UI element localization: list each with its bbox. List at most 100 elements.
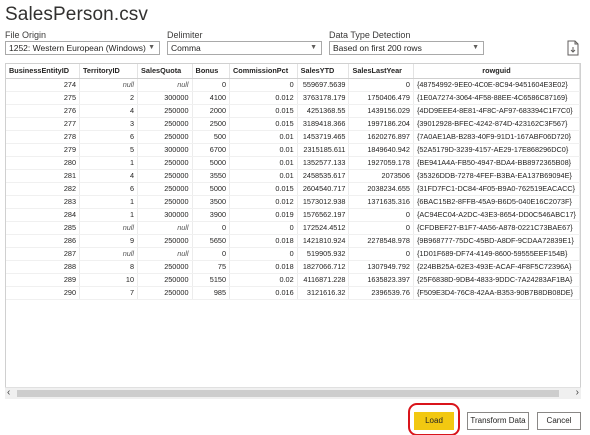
delimiter-dropdown[interactable]: Comma ▼ [167, 41, 322, 55]
table-cell: 4 [79, 169, 139, 183]
table-row: 276 4 250000 2000 0.015 4251368.55 1439156.029… [6, 104, 580, 118]
table-cell: 1997186.204 [348, 117, 414, 131]
chevron-down-icon: ▼ [148, 44, 155, 51]
table-cell: 5 [79, 143, 139, 157]
table-cell: 300000 [137, 208, 193, 222]
table-cell: {CFDBEF27-B1F7-4A56-A878-0221C73BAE67} [413, 221, 580, 235]
table-cell: {BE941A4A-FB50-4947-BDA4-BB8972365B08} [413, 156, 580, 170]
table-cell: 275 [6, 91, 81, 105]
table-cell: 277 [6, 117, 81, 131]
table-cell: 0 [192, 78, 231, 92]
table-cell: 1927059.178 [348, 156, 414, 170]
horizontal-scrollbar[interactable]: ‹ › [5, 387, 581, 399]
table-cell: 278 [6, 130, 81, 144]
table-cell: 1573012.938 [297, 195, 350, 209]
table-cell: 250000 [137, 117, 193, 131]
table-cell: 0.01 [229, 130, 298, 144]
table-cell: 1307949.792 [348, 260, 414, 274]
file-origin-dropdown[interactable]: 1252: Western European (Windows) ▼ [5, 41, 160, 55]
table-cell: 0.01 [229, 143, 298, 157]
column-header[interactable]: SalesYTD [297, 64, 350, 79]
table-cell: {AC94EC04-A2DC-43E3-8654-DD0C546ABC17} [413, 208, 580, 222]
table-cell: 2038234.655 [348, 182, 414, 196]
chevron-right-icon[interactable]: › [576, 387, 579, 398]
table-cell: 3189418.366 [297, 117, 350, 131]
table-cell: 2604540.717 [297, 182, 350, 196]
table-cell: 0 [348, 78, 414, 92]
table-cell: 8 [79, 260, 139, 274]
table-cell: 1 [79, 208, 139, 222]
table-cell: 4100 [192, 91, 231, 105]
table-cell: 1352577.133 [297, 156, 350, 170]
table-cell: 3550 [192, 169, 231, 183]
transform-data-button[interactable]: Transform Data [467, 412, 529, 430]
table-cell: 0.015 [229, 104, 298, 118]
column-header[interactable]: TerritoryID [79, 64, 139, 79]
table-cell: 0 [229, 247, 298, 261]
table-cell: 6 [79, 130, 139, 144]
table-cell: 3763178.179 [297, 91, 350, 105]
column-header[interactable]: BusinessEntityID [6, 64, 81, 79]
table-cell: 250000 [137, 104, 193, 118]
table-cell: 250000 [137, 234, 193, 248]
table-cell: 0.016 [229, 286, 298, 300]
table-cell: 0.012 [229, 195, 298, 209]
table-cell: 300000 [137, 91, 193, 105]
table-cell: 280 [6, 156, 81, 170]
table-cell: 0.018 [229, 260, 298, 274]
data-type-detection-dropdown[interactable]: Based on first 200 rows ▼ [329, 41, 484, 55]
table-row: 285 null null 0 0 172524.4512 0 {CFDBEF27-B1F7-… [6, 221, 580, 235]
table-cell: 1371635.316 [348, 195, 414, 209]
table-row: 280 1 250000 5000 0.01 1352577.133 1927059.178… [6, 156, 580, 170]
table-cell: 282 [6, 182, 81, 196]
table-cell: 5000 [192, 156, 231, 170]
table-row: 284 1 300000 3900 0.019 1576562.197 0 {AC94EC04… [6, 208, 580, 222]
table-cell: 4 [79, 104, 139, 118]
column-header[interactable]: rowguid [413, 64, 580, 79]
table-cell: 3500 [192, 195, 231, 209]
table-cell: {9B968777-75DC-45BD-A8DF-9CDAA72839E1} [413, 234, 580, 248]
table-cell: 289 [6, 273, 81, 287]
chevron-down-icon: ▼ [472, 44, 479, 51]
chevron-down-icon: ▼ [310, 44, 317, 51]
column-header[interactable]: SalesLastYear [348, 64, 414, 79]
table-cell: null [79, 221, 139, 235]
column-header[interactable]: Bonus [192, 64, 231, 79]
table-cell: 2458535.617 [297, 169, 350, 183]
table-cell: 250000 [137, 182, 193, 196]
table-cell: {F509E3D4-76C8-42AA-B353-90B7B8DB08DE} [413, 286, 580, 300]
table-cell: 284 [6, 208, 81, 222]
table-cell: 250000 [137, 273, 193, 287]
table-cell: 0.018 [229, 234, 298, 248]
delimiter-value: Comma [171, 43, 201, 53]
table-cell: 1453719.465 [297, 130, 350, 144]
table-cell: 0.019 [229, 208, 298, 222]
table-row: 281 4 250000 3550 0.01 2458535.617 2073506 {353… [6, 169, 580, 183]
table-cell: 1 [79, 156, 139, 170]
export-document-icon[interactable] [566, 40, 580, 56]
table-row: 289 10 250000 5150 0.02 4116871.228 1635823.39… [6, 273, 580, 287]
table-cell: 2278548.978 [348, 234, 414, 248]
file-origin-value: 1252: Western European (Windows) [9, 43, 146, 53]
data-preview-table[interactable]: BusinessEntityID TerritoryID SalesQuota Bon… [5, 63, 581, 399]
table-row: 274 null null 0 0 559697.5639 0 {48754992-9EE0-… [6, 78, 580, 92]
cancel-button[interactable]: Cancel [537, 412, 581, 430]
table-cell: 250000 [137, 286, 193, 300]
table-cell: 0 [229, 78, 298, 92]
scrollbar-thumb[interactable] [17, 390, 559, 397]
load-button[interactable]: Load [414, 412, 454, 430]
file-origin-label: File Origin [5, 30, 47, 40]
table-cell: 172524.4512 [297, 221, 350, 235]
column-header[interactable]: SalesQuota [137, 64, 193, 79]
table-cell: {7A0AE1AB-B283-40F9-91D1-167ABF06D720} [413, 130, 580, 144]
table-cell: 1849640.942 [348, 143, 414, 157]
table-cell: {25F6838D-9DB4-4833-9DDC-7A24283AF1BA} [413, 273, 580, 287]
table-cell: 1 [79, 195, 139, 209]
table-cell: 2 [79, 91, 139, 105]
table-cell: 0.015 [229, 182, 298, 196]
column-header[interactable]: CommissionPct [229, 64, 298, 79]
data-type-detection-label: Data Type Detection [329, 30, 411, 40]
chevron-left-icon[interactable]: ‹ [7, 387, 10, 398]
table-row: 288 8 250000 75 0.018 1827066.712 1307949.792{… [6, 260, 580, 274]
table-cell: 285 [6, 221, 81, 235]
